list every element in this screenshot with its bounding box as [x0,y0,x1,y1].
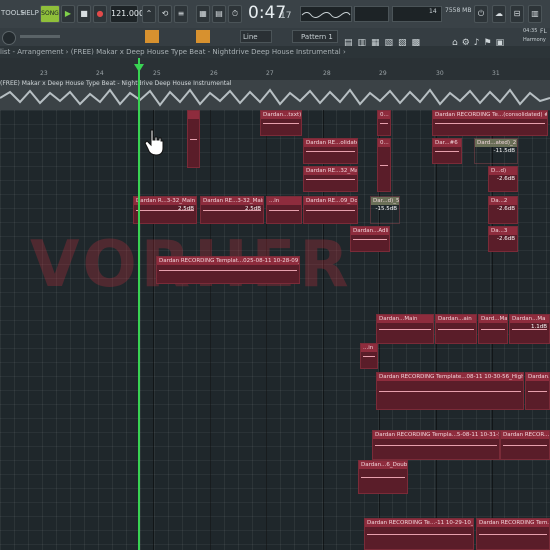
bar-line [210,110,211,550]
play-icon: ▶ [64,9,72,18]
master-volume-knob[interactable] [2,31,16,45]
song-time-sub: 17 [280,11,292,21]
audio-clip[interactable]: Dardan RECORDING Tem...08-1 [476,518,550,550]
snap-icon[interactable] [145,30,159,43]
metronome-icon: ⌃ [145,9,153,18]
play-button[interactable]: ▶ [61,5,75,23]
mixer-button[interactable]: ⊟ [510,5,524,23]
ruler-tick: 23 [40,70,48,77]
bar-line [266,110,267,550]
audio-clip[interactable]: Da...2 -2.6dB [488,196,518,224]
audio-clip[interactable]: Dar...d)_5 -15.5dB [370,196,400,224]
audio-clip[interactable]: Dardan RECORDING Te...(consolidated) #5 [432,110,548,136]
stop-button[interactable]: ■ [77,5,91,23]
power-icon: ⏻ [477,9,485,18]
oscilloscope-display [300,6,352,22]
audio-clip[interactable]: Dardan R...3-32_Main 2.5dB [133,196,197,224]
ruler-tick: 28 [323,70,331,77]
audio-clip[interactable]: 0... [377,138,391,192]
cloud-button[interactable]: ☁ [492,5,506,23]
audio-clip[interactable]: Dardan...6_Double [358,460,408,494]
ruler-tick: 29 [379,70,387,77]
audio-clip[interactable]: Dardan...ain [435,314,477,344]
tool-icon-strip: ▤▥▦▧▨▩ [344,30,444,48]
audio-clip[interactable]: Dardan RE...32_Main [303,166,358,192]
piano-roll-button[interactable]: ▥ [528,5,542,23]
metronome-button[interactable]: ⌃ [142,5,156,23]
ruler-tick: 30 [436,70,444,77]
audio-clip[interactable]: Dardan... [525,372,550,410]
playhead-marker-icon[interactable] [134,64,144,72]
record-button[interactable]: ● [93,5,107,23]
audio-clip[interactable]: Dardan RE...3-32_Main 2.5dB [200,196,264,224]
audio-clip[interactable]: Dardan RECORDING Te...-11 10-29-10_Adlib… [364,518,474,550]
snap-select[interactable]: Line [240,30,272,43]
ruler-tick: 24 [96,70,104,77]
ruler-tick: 27 [266,70,274,77]
audio-clip[interactable]: Dardan RECOR...32-5 [500,430,550,460]
audio-clip[interactable]: Da...3 -2.6dB [488,226,518,252]
audio-clip[interactable]: Dardan RECORDING Templat...025-08-11 10-… [156,256,300,284]
audio-clip[interactable] [187,110,200,168]
ruler-tick: 25 [153,70,161,77]
audio-clip[interactable]: 0... [377,110,391,136]
countdown-icon: ⏱ [231,9,239,18]
audio-clip[interactable]: Dard...ated)_2 -11.5dB [474,138,518,164]
audio-clip[interactable]: Dardan RE...09_Double [303,196,358,224]
tempo-display[interactable]: 121.000 [110,5,144,23]
audio-clip[interactable]: Dardan...txxt) #5 [260,110,302,136]
menu-help[interactable]: HELP [21,9,39,17]
audio-clip[interactable]: D...d) -2.6dB [488,166,518,192]
cpu-value: 14 [429,8,437,15]
window-title: list - Arrangement › (FREE) Makar x Deep… [0,48,346,56]
timeline-ruler[interactable] [0,58,550,80]
power-button[interactable]: ⏻ [474,5,488,23]
loop-icon: ⟲ [161,9,169,18]
blend-icon: ≡ [177,9,185,18]
playlist-title-bar: list - Arrangement › (FREE) Makar x Deep… [0,46,550,58]
audio-clip[interactable]: Dardan...Ma 1.1dB [509,314,550,344]
ram-value: 7558 MB [445,7,472,14]
link-icon[interactable] [196,30,210,43]
audio-clip[interactable]: Dardan RE...olidated) [303,138,358,164]
blend-notes-button[interactable]: ≡ [174,5,188,23]
audio-clip[interactable]: ...in [266,196,302,224]
piano-icon: ▥ [531,9,539,18]
audio-clip[interactable]: ...in [360,343,378,369]
mixer-icon: ⊟ [513,9,521,18]
audio-clip[interactable]: Dardan...Adlibs [350,226,390,252]
record-icon: ● [96,9,104,18]
main-toolbar: TOOLS HELP SONG ▶ ■ ● 121.000 ⌃ ⟲ ≡ ▦ ▤ … [0,0,550,29]
bar-line [153,110,154,550]
step-edit-button[interactable]: ▤ [212,5,226,23]
ruler-tick: 26 [210,70,218,77]
typing-keyboard-button[interactable]: ▦ [196,5,210,23]
audio-clip[interactable]: Dardan RECORDING Templa...5-08-11 10-31-… [372,430,500,460]
ruler-tick: 31 [492,70,500,77]
overview-clip-title: (FREE) Makar x Deep House Type Beat - Ni… [0,80,232,87]
hand-cursor-icon [144,129,164,156]
right-label-3: Harmony [523,37,546,43]
countdown-button[interactable]: ⏱ [228,5,242,23]
loop-record-button[interactable]: ⟲ [158,5,172,23]
audio-clip[interactable]: Dard...Main [478,314,508,344]
step-icon: ▤ [215,9,223,18]
master-pitch-slider[interactable] [20,35,60,38]
playhead-line[interactable] [138,58,140,550]
peak-meter [354,6,389,22]
browser-icon-strip: ⌂⚙♪⚑▣ [452,30,522,48]
audio-clip[interactable]: Dardan...Main [376,314,434,344]
right-label-1: 04:35 [523,28,538,34]
cloud-icon: ☁ [495,9,503,18]
audio-clip[interactable]: Dardan RECORDING Template...08-11 10-30-… [376,372,524,410]
stop-icon: ■ [80,9,88,18]
keyboard-icon: ▦ [199,9,207,18]
secondary-toolbar: Line Pattern 1 ▤▥▦▧▨▩ ⌂⚙♪⚑▣ 04:35 FL Har… [0,28,550,48]
cpu-ram-meter: 14 [392,6,442,22]
right-label-2: FL [540,28,547,35]
pattern-select[interactable]: Pattern 1 [292,30,338,43]
song-mode-toggle[interactable]: SONG [40,5,60,23]
waveform-icon [301,12,351,18]
audio-clip[interactable]: Dar...#6 [432,138,462,164]
